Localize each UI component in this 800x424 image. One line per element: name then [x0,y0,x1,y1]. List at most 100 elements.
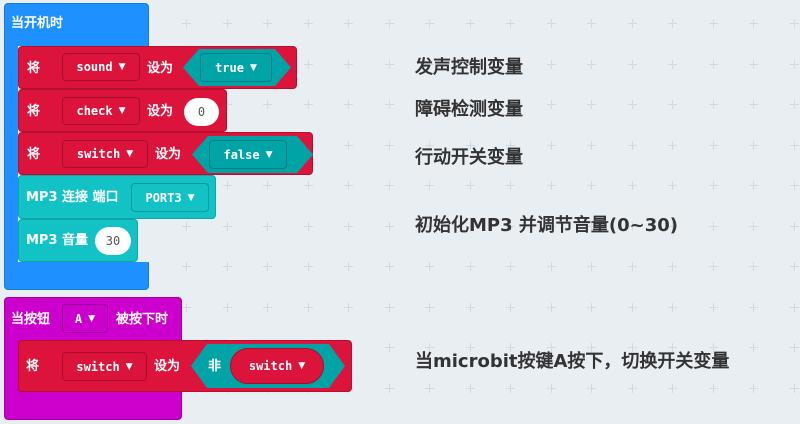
grid-plus-mark [587,262,596,271]
to-label: 设为 [147,104,174,119]
grid-plus-mark [182,302,191,312]
grid-plus-mark [384,59,394,69]
grid-plus-mark [627,383,637,393]
grid-plus-mark [465,383,475,393]
grid-plus-mark [749,302,758,312]
dropdown-value: check [76,104,113,118]
grid-plus-mark [384,383,394,393]
grid-plus-mark [749,383,758,393]
grid-plus-mark [263,19,272,28]
grid-plus-mark [546,59,556,69]
grid-plus-mark [708,140,718,150]
grid-plus-mark [384,302,394,312]
grid-plus-mark [587,100,596,109]
grid-plus-mark [506,302,515,312]
grid-plus-mark [587,19,596,28]
set-label: 将 [27,147,41,162]
grid-plus-mark [425,383,434,393]
boolean-dropdown-false[interactable]: false ▼ [209,140,287,169]
grid-plus-mark [344,302,353,312]
on-start-label: 当开机时 [11,16,64,31]
grid-plus-mark [263,221,272,231]
grid-plus-mark [587,59,596,69]
grid-plus-mark [546,140,556,150]
grid-plus-mark [546,19,556,28]
grid-plus-mark [789,19,799,28]
grid-plus-mark [465,19,475,28]
to-label: 设为 [147,61,174,76]
grid-plus-mark [749,181,758,190]
grid-plus-mark [303,19,313,28]
grid-plus-mark [789,221,799,231]
grid-plus-mark [222,181,232,190]
grid-plus-mark [384,343,394,352]
to-label: 设为 [154,359,181,374]
grid-plus-mark [749,59,758,69]
caret-down-icon: ▼ [125,361,133,372]
grid-plus-mark [587,181,596,190]
grid-plus-mark [627,140,637,150]
grid-plus-mark [344,19,353,28]
to-label: 设为 [155,147,182,162]
grid-plus-mark [384,100,394,109]
grid-plus-mark [465,302,475,312]
grid-plus-mark [627,59,637,69]
variable-dropdown-switch[interactable]: switch ▼ [62,140,148,168]
grid-plus-mark [708,262,718,271]
on-button-suffix: 被按下时 [116,312,169,327]
set-label: 将 [27,61,41,76]
volume-input[interactable]: 30 [95,227,131,255]
dropdown-value: A [74,311,83,326]
grid-plus-mark [546,181,556,190]
dropdown-value: false [223,147,260,162]
set-label: 将 [27,104,41,119]
variable-reporter-switch[interactable]: switch ▼ [230,348,324,384]
button-dropdown[interactable]: A ▼ [62,304,108,333]
dropdown-value: sound [76,60,113,74]
grid-plus-mark [789,262,799,271]
grid-plus-mark [465,262,475,271]
grid-plus-mark [506,181,515,190]
caret-down-icon: ▼ [88,313,96,324]
grid-plus-mark [546,302,556,312]
grid-plus-mark [587,140,596,150]
grid-plus-mark [344,262,353,271]
variable-dropdown-check[interactable]: check ▼ [62,97,140,125]
grid-plus-mark [789,140,799,150]
grid-plus-mark [465,181,475,190]
dropdown-value: PORT3 [145,190,182,205]
grid-plus-mark [789,59,799,69]
grid-plus-mark [789,343,799,352]
grid-plus-mark [587,383,596,393]
grid-plus-mark [384,19,394,28]
caret-down-icon: ▼ [118,62,126,72]
grid-plus-mark [425,181,434,190]
grid-plus-mark [668,262,677,271]
grid-plus-mark [749,140,758,150]
grid-plus-mark [222,221,232,231]
dropdown-value: true [215,60,244,75]
grid-plus-mark [425,302,434,312]
port-dropdown[interactable]: PORT3 ▼ [131,183,209,212]
mp3-connect-label: MP3 连接 端口 [26,190,119,205]
grid-plus-mark [182,221,191,231]
boolean-dropdown-true[interactable]: true ▼ [200,53,272,82]
grid-plus-mark [749,221,758,231]
caret-down-icon: ▼ [187,192,195,203]
grid-plus-mark [222,262,232,271]
grid-plus-mark [708,302,718,312]
dropdown-value: switch [76,359,120,374]
grid-plus-mark [506,262,515,271]
grid-plus-mark [789,383,799,393]
grid-plus-mark [182,262,191,271]
grid-plus-mark [384,181,394,190]
grid-plus-mark [668,59,677,69]
variable-dropdown-sound[interactable]: sound ▼ [62,53,140,81]
variable-dropdown-switch[interactable]: switch ▼ [62,352,147,381]
caret-down-icon: ▼ [249,62,257,73]
grid-plus-mark [546,262,556,271]
number-input-check[interactable]: 0 [184,98,219,126]
grid-plus-mark [222,302,232,312]
grid-plus-mark [749,343,758,352]
dropdown-value: switch [248,359,293,373]
